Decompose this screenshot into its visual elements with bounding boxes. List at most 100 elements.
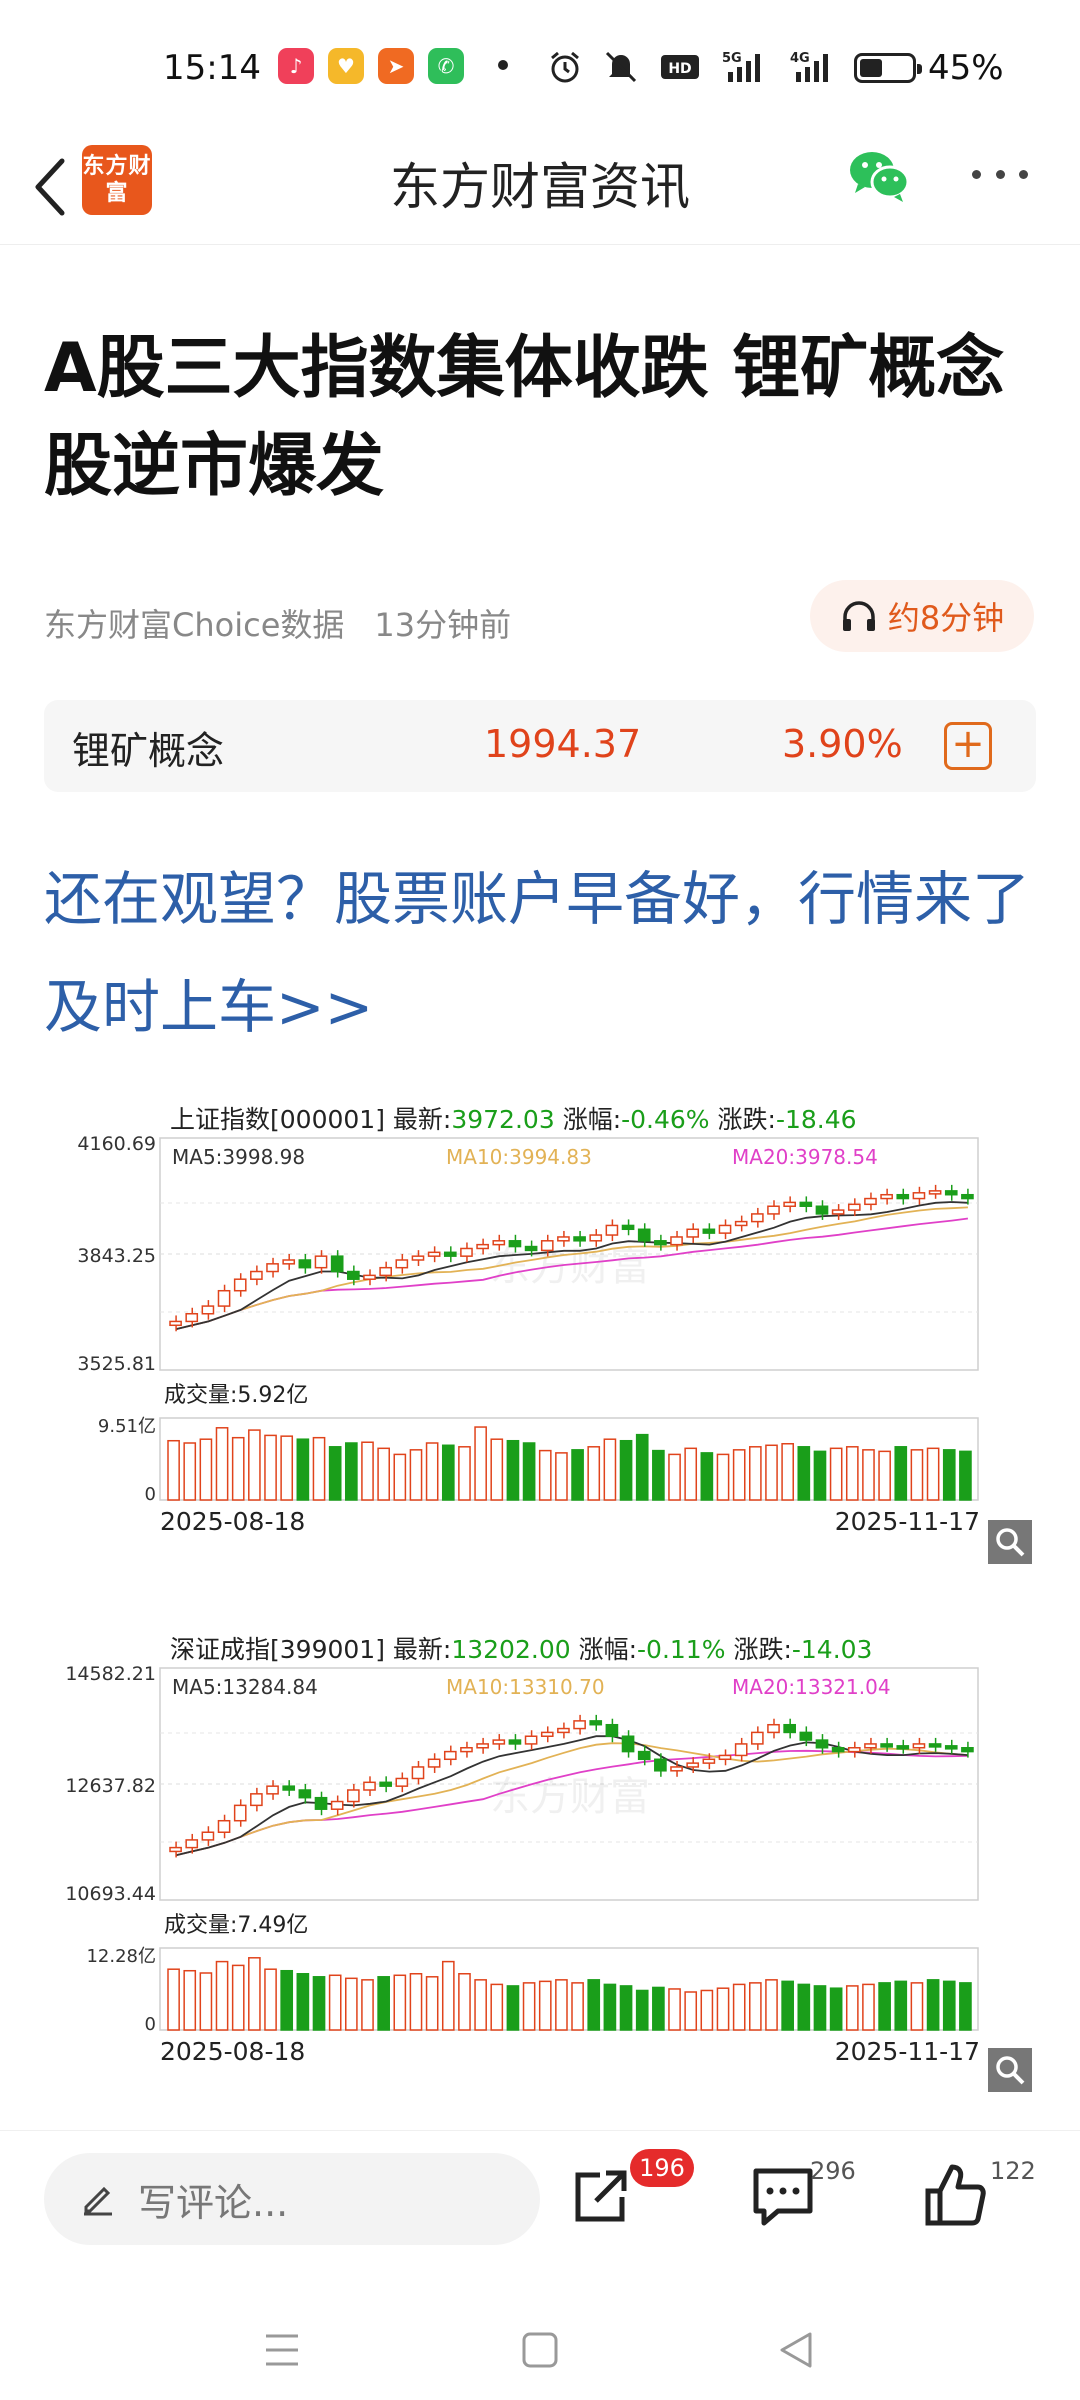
- candle: [589, 1720, 603, 1726]
- candle: [880, 1743, 893, 1748]
- volume-bar: [328, 1974, 342, 2031]
- listen-audio-button[interactable]: 约8分钟: [810, 580, 1034, 652]
- home-nav-button[interactable]: [520, 2330, 560, 2374]
- candle: [783, 1201, 796, 1207]
- signal-4g-label: 4G: [790, 51, 810, 66]
- candle: [831, 1209, 845, 1215]
- zoom-button[interactable]: [988, 1520, 1032, 1564]
- comments-button[interactable]: [748, 2161, 818, 2231]
- volume-bar: [603, 1983, 617, 2031]
- menu-nav-button[interactable]: [262, 2330, 302, 2374]
- volume-bar: [167, 1439, 180, 1501]
- candle: [185, 1313, 199, 1323]
- volume-bar: [942, 1449, 956, 1501]
- volume-bar: [716, 1453, 730, 1501]
- volume-bar: [474, 1426, 487, 1501]
- volume-bar: [248, 1957, 261, 2031]
- volume-bar: [458, 1446, 471, 1501]
- candle: [233, 1804, 247, 1822]
- volume-bar: [845, 1985, 859, 2031]
- volume-bar: [425, 1442, 439, 1501]
- candle: [314, 1255, 328, 1269]
- back-nav-button[interactable]: [776, 2330, 816, 2374]
- candle: [670, 1236, 683, 1246]
- candle: [654, 1240, 667, 1246]
- volume-bar: [765, 1444, 778, 1501]
- candle: [217, 1289, 231, 1307]
- comment-placeholder: 写评论...: [138, 2180, 289, 2225]
- shanghai-index-chart[interactable]: 上证指数[000001] 最新:3972.03 涨幅:-0.46% 涨跌:-18…: [0, 1100, 1080, 1620]
- listen-duration: 约8分钟: [887, 599, 1005, 637]
- wechat-share-button[interactable]: [848, 148, 910, 204]
- candle: [589, 1234, 603, 1242]
- candle: [718, 1224, 732, 1234]
- candle: [944, 1190, 958, 1196]
- like-button[interactable]: [922, 2161, 992, 2231]
- candle: [233, 1278, 247, 1292]
- system-nav-bar: [0, 2270, 1080, 2400]
- volume-bar: [813, 1450, 827, 1501]
- ma5-label: MA5:3998.98: [172, 1145, 305, 1169]
- stock-name: 锂矿概念: [72, 729, 225, 773]
- candle: [751, 1731, 764, 1745]
- date-start: 2025-08-18: [160, 1507, 305, 1536]
- volume-bar: [199, 1972, 213, 2031]
- vol-tick-max: 12.28亿: [86, 1946, 156, 1967]
- like-count: 122: [990, 2157, 1036, 2185]
- candle: [524, 1735, 538, 1745]
- candle: [654, 1758, 667, 1772]
- volume-bar: [296, 1973, 310, 2031]
- candle: [282, 1259, 296, 1265]
- y-tick-min: 10693.44: [65, 1883, 156, 1905]
- page-title: 东方财富资讯: [390, 158, 690, 216]
- candle: [799, 1201, 813, 1207]
- zoom-button[interactable]: [988, 2048, 1032, 2092]
- comment-input[interactable]: 写评论...: [44, 2153, 540, 2245]
- volume-bar: [700, 1452, 714, 1501]
- article-source[interactable]: 东方财富Choice数据: [44, 606, 344, 644]
- volume-bar: [878, 1982, 891, 2031]
- candlestick-chart: 4160.69 3843.25 3525.81 MA5:3998.98 MA10:399…: [77, 1133, 980, 1536]
- system-icons: HD 5G 4G: [548, 50, 836, 84]
- candle: [379, 1781, 392, 1787]
- volume-bar: [684, 1447, 698, 1501]
- candle: [250, 1270, 263, 1280]
- volume-bar: [312, 1436, 326, 1501]
- promo-link[interactable]: 还在观望？股票账户早备好，行情来了及时上车>>: [44, 845, 1044, 1061]
- stock-quote-card[interactable]: 锂矿概念 1994.37 3.90% +: [44, 700, 1036, 792]
- wallet-app-icon: ♥: [328, 48, 364, 84]
- status-bar: 15:14 ♪ ♥ ➤ ✆ HD 5G 4G 45%: [0, 0, 1080, 135]
- volume-bar: [845, 1446, 859, 1501]
- volume-bar: [490, 1983, 504, 2031]
- candle: [427, 1251, 441, 1257]
- candle: [605, 1723, 619, 1737]
- volume-bar: [749, 1982, 762, 2031]
- candle: [476, 1743, 489, 1749]
- more-options-button[interactable]: [972, 170, 1028, 182]
- ma10-label: MA10:13310.70: [446, 1675, 605, 1699]
- candle: [201, 1831, 215, 1841]
- volume-bar: [894, 1446, 908, 1501]
- candle: [928, 1190, 942, 1195]
- candle: [266, 1263, 279, 1273]
- volume-bar: [264, 1968, 277, 2031]
- candle: [815, 1739, 829, 1749]
- candle: [347, 1270, 360, 1280]
- candle: [540, 1731, 554, 1737]
- vol-tick-min: 0: [145, 2014, 156, 2035]
- volume-bar: [959, 1982, 972, 2031]
- shenzhen-index-chart[interactable]: 深证成指[399001] 最新:13202.00 涨幅:-0.11% 涨跌:-1…: [0, 1630, 1080, 2150]
- send-app-icon: ➤: [378, 48, 414, 84]
- volume-bar: [910, 1449, 924, 1501]
- candle: [460, 1247, 473, 1257]
- volume-label: 成交量:7.49亿: [164, 1913, 308, 1938]
- share-button[interactable]: [566, 2161, 636, 2231]
- add-watchlist-button[interactable]: +: [944, 722, 992, 770]
- candle: [508, 1739, 522, 1745]
- candle: [847, 1747, 861, 1753]
- volume-bar: [571, 1982, 584, 2031]
- volume-bar: [635, 1989, 649, 2031]
- candle: [637, 1750, 651, 1761]
- notification-icons: ♪ ♥ ➤ ✆: [278, 48, 464, 84]
- volume-bar: [684, 1991, 698, 2031]
